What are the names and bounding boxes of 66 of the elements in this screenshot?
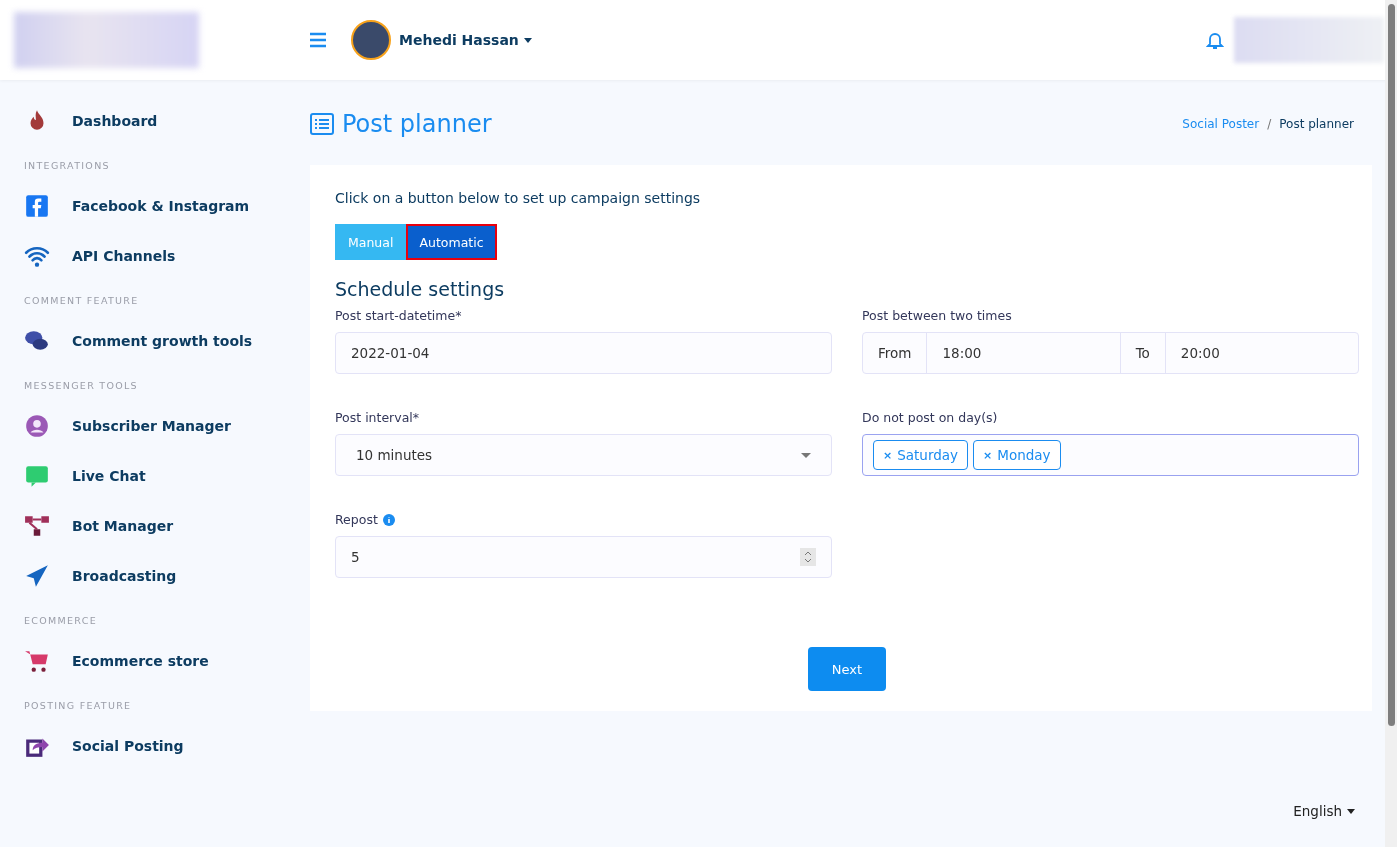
repost-number-field[interactable]: 5	[335, 536, 832, 578]
sidebar-item-icon	[24, 563, 50, 589]
sidebar-item[interactable]: Subscriber Manager	[24, 401, 300, 451]
scrollbar[interactable]	[1385, 0, 1397, 847]
sidebar-section-title: ECOMMERCE	[24, 615, 98, 626]
breadcrumb-separator: /	[1267, 117, 1272, 131]
sidebar-item-label: Broadcasting	[72, 568, 177, 584]
sidebar-item-icon	[24, 413, 50, 439]
sidebar-item-label: Dashboard	[72, 113, 158, 129]
avatar[interactable]	[351, 20, 391, 60]
sidebar-item-label: Ecommerce store	[72, 653, 209, 669]
user-menu[interactable]: Mehedi Hassan	[399, 32, 532, 48]
field-label: Post interval*	[335, 410, 420, 425]
sidebar-section-title: POSTING FEATURE	[24, 700, 133, 711]
page-title: Post planner	[342, 110, 492, 138]
field-label: Post start-datetime*	[335, 308, 462, 323]
sidebar-item-icon	[24, 193, 50, 219]
sidebar-item-label: Comment growth tools	[72, 333, 253, 349]
sidebar-item-label: Subscriber Manager	[72, 418, 231, 434]
sidebar-item-label: Bot Manager	[72, 518, 174, 534]
field-label: Repost	[335, 512, 378, 527]
menu-icon[interactable]	[309, 32, 327, 48]
bell-icon[interactable]	[1206, 30, 1224, 50]
sidebar-item-icon	[24, 463, 50, 489]
list-icon	[310, 113, 334, 135]
from-label: From	[863, 333, 928, 373]
breadcrumb-current: Post planner	[1279, 117, 1354, 131]
sidebar-item-icon	[24, 513, 50, 539]
sidebar-section-title: COMMENT FEATURE	[24, 295, 140, 306]
sidebar-item[interactable]: API Channels	[24, 231, 300, 281]
day-tag[interactable]: × Monday	[973, 440, 1061, 470]
time-value[interactable]: 18:00	[927, 333, 1121, 373]
remove-mark[interactable]: ×	[883, 448, 893, 462]
sidebar-item-label: Social Posting	[72, 738, 184, 754]
sidebar-item[interactable]: Live Chat	[24, 451, 300, 501]
mode-button[interactable]: Automatic	[406, 224, 497, 260]
time-value[interactable]: 20:00	[1165, 333, 1358, 373]
sidebar-item[interactable]: Bot Manager	[24, 501, 300, 551]
language-menu[interactable]: English	[1293, 803, 1355, 819]
field-label: Post between two times	[862, 308, 1012, 323]
time-range-field[interactable]: From 18:00 To 20:00	[862, 332, 1359, 374]
sidebar-item[interactable]: Social Posting	[24, 721, 300, 771]
sidebar-item[interactable]: Dashboard	[24, 96, 300, 146]
sidebar-item-label: Live Chat	[72, 468, 146, 484]
spinner-icon[interactable]	[800, 548, 816, 566]
interval-select[interactable]: 10 minutes	[335, 434, 832, 476]
sidebar-item[interactable]: Comment growth tools	[24, 316, 300, 366]
sidebar-section-title: MESSENGER TOOLS	[24, 380, 139, 391]
day-tag-label: Saturday	[897, 447, 959, 463]
date-field[interactable]: 2022-01-04	[335, 332, 832, 374]
intro-text: Click on a button below to set up campaign settings	[335, 190, 702, 206]
sidebar-item-label: Facebook & Instagram	[72, 198, 250, 214]
to-label: To	[1120, 333, 1166, 373]
info-icon[interactable]	[382, 513, 395, 526]
sidebar-item[interactable]: Ecommerce store	[24, 636, 300, 686]
sidebar-item-icon	[24, 648, 50, 674]
field-label: Do not post on day(s)	[862, 410, 998, 425]
sidebar-section-title: INTEGRATIONS	[24, 160, 111, 171]
section-title: Schedule settings	[335, 278, 506, 300]
sidebar-item-label: API Channels	[72, 248, 176, 264]
sidebar-item[interactable]: Facebook & Instagram	[24, 181, 300, 231]
sidebar-item[interactable]: Broadcasting	[24, 551, 300, 601]
day-tag[interactable]: × Saturday	[873, 440, 969, 470]
days-field[interactable]: × Saturday × Monday	[862, 434, 1359, 476]
day-tag-label: Monday	[997, 447, 1051, 463]
remove-mark[interactable]: ×	[983, 448, 993, 462]
